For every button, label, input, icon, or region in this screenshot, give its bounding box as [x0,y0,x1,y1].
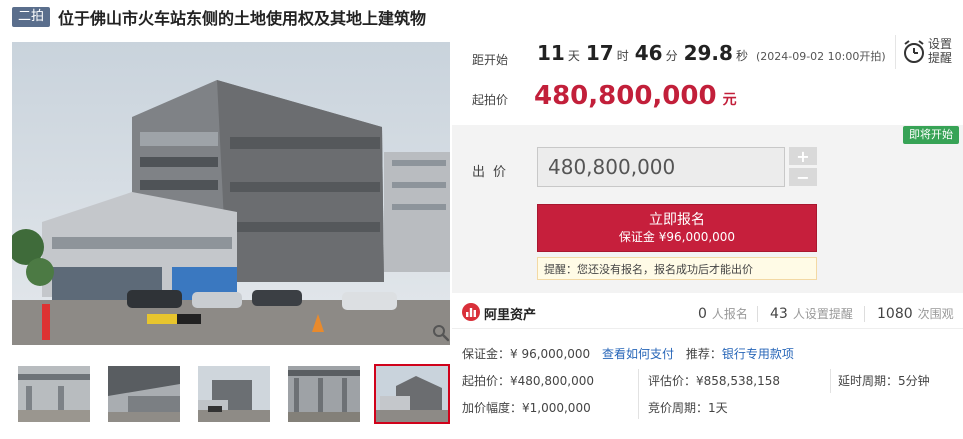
bid-label: 出价 [472,165,515,180]
thumbnail-4[interactable] [288,366,360,422]
main-photo[interactable] [12,42,450,345]
reminder-count: 43 人设置提醒 [770,305,853,322]
stat-divider [757,306,758,322]
signup-count: 0 人报名 [698,305,748,322]
bank-payment-link[interactable]: 银行专用款项 [722,347,794,361]
info-divider [830,369,831,393]
auction-round-tag: 二拍 [12,7,51,27]
info-divider [638,369,639,419]
reminder-count-unit: 人设置提醒 [792,307,853,321]
valuation-info: 评估价：¥858,538,158 [648,374,780,388]
delay-period-info: 延时周期：5分钟 [838,374,930,388]
countdown-start-time: (2024-09-02 10:00开拍) [755,50,886,63]
set-reminder-label: 设置提醒 [928,37,953,65]
countdown: 11 天 17 时 46 分 29.8 秒 (2024-09-02 10:00开… [537,41,886,67]
stats-bar: 阿里资产 0 人报名 43 人设置提醒 1080 次围观 [452,297,963,329]
how-to-pay-link[interactable]: 查看如何支付 [602,347,674,361]
start-price-value: 480,800,000 [534,81,717,111]
thumbnail-2[interactable] [108,366,180,422]
countdown-days-unit: 天 [567,49,580,63]
countdown-days: 11 [537,41,565,65]
countdown-seconds: 29.8 [683,41,733,65]
stat-divider [864,306,865,322]
alarm-clock-icon [902,39,926,68]
thumbnail-5-selected[interactable] [374,364,450,424]
ali-assets-logo-icon [462,303,480,324]
auction-panel: 距开始 11 天 17 时 46 分 29.8 秒 (2024-09-02 10… [452,33,963,439]
bid-cycle-info: 竞价周期：1天 [648,401,728,415]
register-now-label: 立即报名 [649,212,705,228]
thumbnail-3[interactable] [198,366,270,422]
zoom-icon[interactable] [432,324,450,342]
thumbnail-strip [14,364,454,424]
signup-count-value: 0 [698,306,707,322]
bid-panel: 即将开始 出价 480,800,000 + − 立即报名 保证金 ¥96,000… [452,125,963,293]
countdown-hours-unit: 时 [616,49,629,63]
start-price-unit: 元 [722,92,737,108]
start-price-label: 起拍价 [472,93,509,107]
bid-amount-input[interactable]: 480,800,000 [537,147,785,187]
increase-bid-button[interactable]: + [789,147,817,166]
ali-assets-logo: 阿里资产 [462,303,536,324]
page-title: 位于佛山市火车站东侧的土地使用权及其地上建筑物 [58,9,427,28]
registration-notice: 提醒：您还没有报名，报名成功后才能出价 [537,257,817,280]
view-count: 1080 次围观 [877,305,954,322]
countdown-label: 距开始 [472,53,509,67]
start-price: 480,800,000 元 [534,81,737,111]
deposit-info-row: 保证金：¥ 96,000,000 查看如何支付 推荐：银行专用款项 [462,345,794,362]
deposit-amount-label: 保证金 ¥96,000,000 [618,230,736,244]
countdown-seconds-unit: 秒 [735,49,748,63]
register-now-button[interactable]: 立即报名 保证金 ¥96,000,000 [537,204,817,252]
countdown-minutes-unit: 分 [665,49,678,63]
start-price-info: 起拍价：¥480,800,000 [462,374,594,388]
deposit-info: 保证金：¥ 96,000,000 [462,347,591,361]
countdown-hours: 17 [585,41,614,65]
reminder-count-value: 43 [770,306,788,322]
view-count-value: 1080 [877,306,913,322]
bid-increment-info: 加价幅度：¥1,000,000 [462,401,591,415]
signup-count-unit: 人报名 [711,307,748,321]
set-reminder-button[interactable]: 设置提醒 [895,35,955,69]
thumbnail-1[interactable] [18,366,90,422]
view-count-unit: 次围观 [917,307,954,321]
status-badge: 即将开始 [903,126,959,144]
decrease-bid-button[interactable]: − [789,168,817,187]
title-row: 二拍 位于佛山市火车站东侧的土地使用权及其地上建筑物 [12,6,426,28]
countdown-minutes: 46 [634,41,663,65]
ali-assets-brand: 阿里资产 [484,308,537,323]
recommend-label: 推荐： [685,347,722,361]
